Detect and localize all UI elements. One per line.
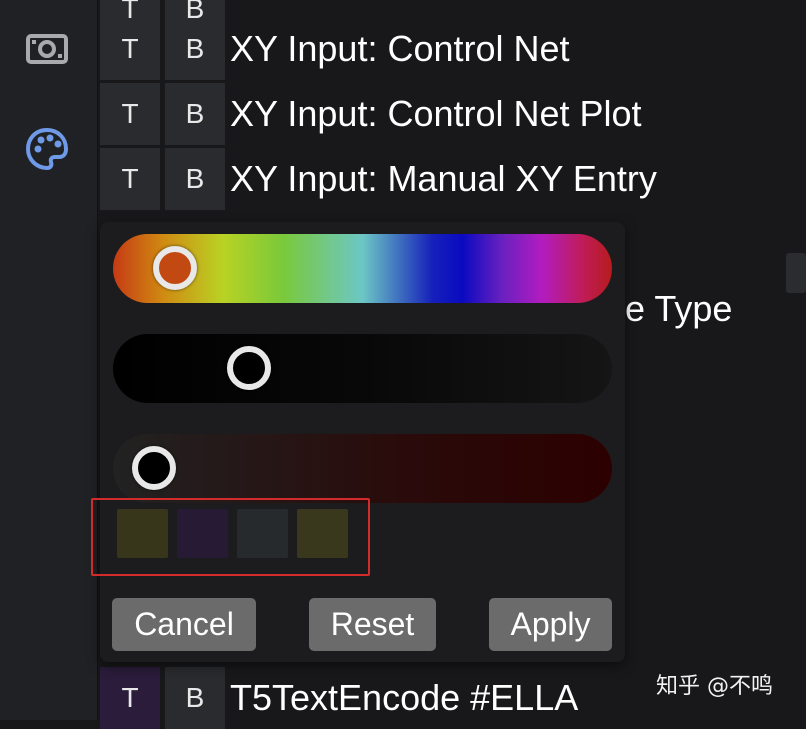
node-title[interactable]: XY Input: Control Net — [230, 18, 570, 80]
bookmark-toggle-button[interactable]: B — [165, 83, 225, 145]
swatch-highlight-box — [91, 498, 370, 576]
text-toggle-button[interactable]: T — [100, 83, 160, 145]
reset-button[interactable]: Reset — [309, 598, 436, 651]
text-toggle-button[interactable]: T — [100, 18, 160, 80]
scrollbar-thumb[interactable] — [786, 253, 806, 293]
hue-knob[interactable] — [153, 246, 198, 290]
node-title-partial[interactable]: e Type — [625, 278, 732, 340]
hue-slider[interactable] — [113, 234, 612, 303]
brightness-slider[interactable] — [113, 434, 612, 503]
apply-button[interactable]: Apply — [489, 598, 612, 651]
text-toggle-button[interactable]: T — [100, 148, 160, 210]
saturation-slider[interactable] — [113, 334, 612, 403]
watermark: 知乎 @不鸣 — [656, 674, 773, 699]
saturation-knob[interactable] — [227, 346, 272, 390]
node-title[interactable]: XY Input: Control Net Plot — [230, 83, 642, 145]
node-title[interactable]: XY Input: Manual XY Entry — [230, 148, 657, 210]
color-picker-popover: Cancel Reset Apply — [100, 222, 625, 662]
bookmark-toggle-button[interactable]: B — [165, 148, 225, 210]
brightness-knob[interactable] — [131, 446, 176, 490]
cancel-button[interactable]: Cancel — [112, 598, 256, 651]
bookmark-toggle-button[interactable]: B — [165, 18, 225, 80]
